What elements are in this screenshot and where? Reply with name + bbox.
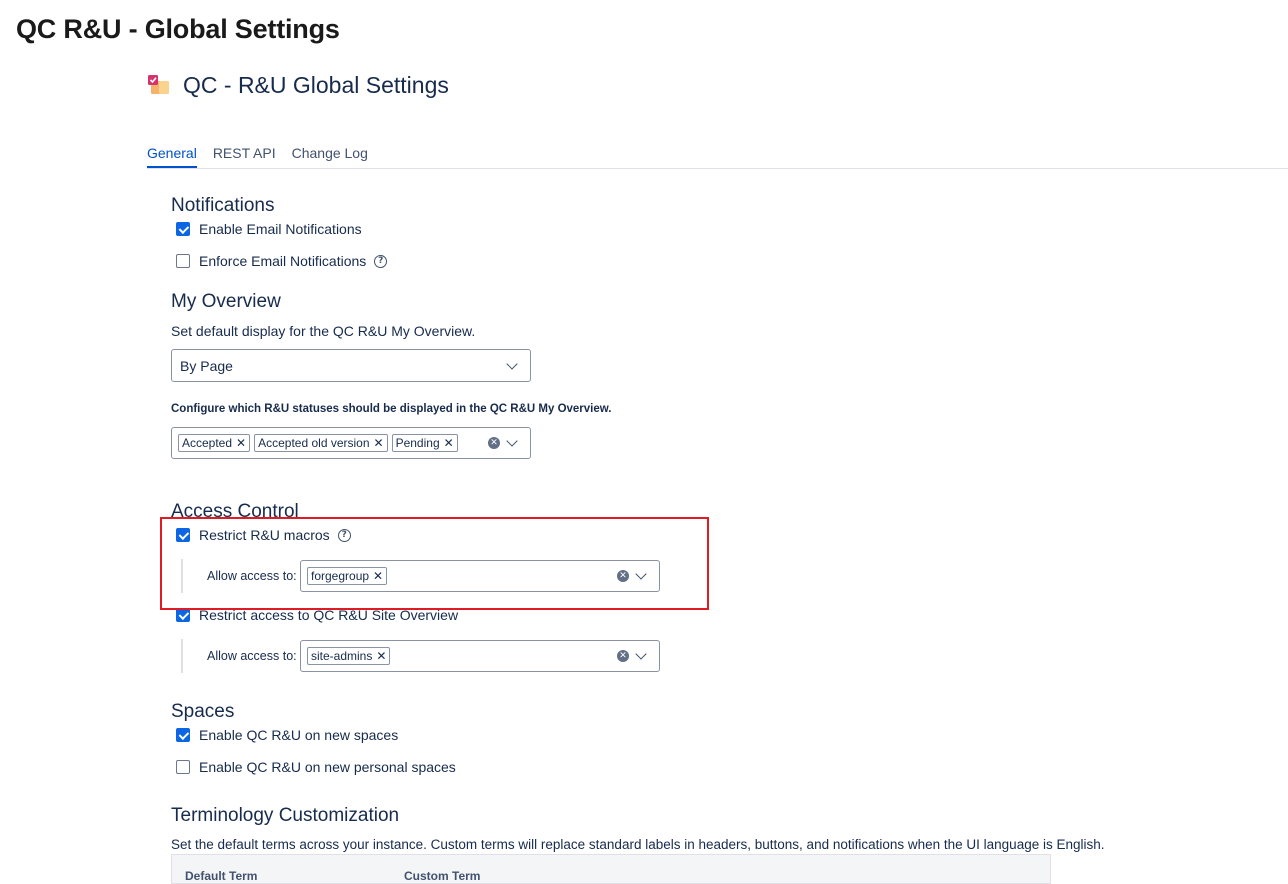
new-personal-spaces-row[interactable]: Enable QC R&U on new personal spaces — [176, 759, 456, 775]
site-overview-allow-access-row: Allow access to: site-admins ✕ ✕ — [181, 639, 660, 673]
new-personal-spaces-checkbox[interactable] — [176, 760, 190, 774]
macros-allow-access-row: Allow access to: forgegroup ✕ ✕ — [181, 559, 660, 593]
site-overview-groups-select[interactable]: site-admins ✕ ✕ — [300, 640, 660, 672]
statuses-label: Configure which R&U statuses should be d… — [171, 403, 612, 415]
group-tag: forgegroup ✕ — [307, 567, 388, 585]
statuses-multiselect[interactable]: Accepted ✕ Accepted old version ✕ Pendin… — [171, 427, 531, 459]
overview-display-value: By Page — [180, 357, 233, 374]
tab-rest-api[interactable]: REST API — [213, 140, 276, 168]
new-spaces-checkbox[interactable] — [176, 728, 190, 742]
help-icon[interactable]: ? — [337, 528, 351, 542]
enforce-email-notifications-checkbox[interactable] — [176, 254, 190, 268]
my-overview-heading: My Overview — [171, 291, 281, 312]
allow-access-label: Allow access to: — [207, 649, 297, 663]
tab-general[interactable]: General — [147, 140, 197, 168]
spaces-heading: Spaces — [171, 701, 235, 722]
new-spaces-label: Enable QC R&U on new spaces — [199, 727, 399, 743]
column-header-custom-term: Custom Term — [404, 869, 481, 883]
enforce-email-notifications-row[interactable]: Enforce Email Notifications ? — [176, 253, 388, 269]
remove-tag-icon[interactable]: ✕ — [236, 436, 246, 450]
allow-access-label: Allow access to: — [207, 569, 297, 583]
remove-tag-icon[interactable]: ✕ — [373, 569, 383, 583]
restrict-macros-label: Restrict R&U macros — [199, 527, 330, 543]
enable-email-notifications-label: Enable Email Notifications — [199, 221, 362, 237]
clear-icon[interactable]: ✕ — [488, 437, 500, 449]
access-control-heading: Access Control — [171, 501, 299, 522]
enable-email-notifications-row[interactable]: Enable Email Notifications — [176, 221, 362, 237]
qc-ru-app-icon — [147, 74, 171, 96]
remove-tag-icon[interactable]: ✕ — [376, 649, 386, 663]
column-header-default-term: Default Term — [185, 869, 258, 883]
terminology-description: Set the default terms across your instan… — [171, 837, 1105, 852]
help-icon[interactable]: ? — [374, 254, 388, 268]
enable-email-notifications-checkbox[interactable] — [176, 222, 190, 236]
enforce-email-notifications-label: Enforce Email Notifications — [199, 253, 367, 269]
page-title: QC R&U - Global Settings — [16, 14, 340, 44]
overview-display-select[interactable]: By Page — [171, 349, 531, 382]
app-header: QC - R&U Global Settings — [147, 68, 449, 102]
my-overview-description: Set default display for the QC R&U My Ov… — [171, 323, 476, 339]
new-personal-spaces-label: Enable QC R&U on new personal spaces — [199, 759, 456, 775]
restrict-site-overview-label: Restrict access to QC R&U Site Overview — [199, 607, 459, 623]
new-spaces-row[interactable]: Enable QC R&U on new spaces — [176, 727, 398, 743]
restrict-site-overview-row[interactable]: Restrict access to QC R&U Site Overview — [176, 607, 458, 623]
status-tag-pending: Pending ✕ — [391, 434, 458, 452]
macros-groups-select[interactable]: forgegroup ✕ ✕ — [300, 560, 660, 592]
notifications-heading: Notifications — [171, 195, 275, 216]
chevron-down-icon[interactable] — [635, 568, 647, 580]
chevron-down-icon[interactable] — [635, 648, 647, 660]
group-tag: site-admins ✕ — [307, 647, 391, 665]
status-tags: Accepted ✕ Accepted old version ✕ Pendin… — [172, 434, 458, 452]
restrict-macros-row[interactable]: Restrict R&U macros ? — [176, 527, 351, 543]
remove-tag-icon[interactable]: ✕ — [444, 436, 454, 450]
tab-change-log[interactable]: Change Log — [292, 140, 368, 168]
restrict-macros-checkbox[interactable] — [176, 528, 190, 542]
status-tag-accepted: Accepted ✕ — [178, 434, 251, 452]
terminology-heading: Terminology Customization — [171, 805, 400, 826]
settings-tabs: General REST API Change Log — [147, 140, 1288, 169]
remove-tag-icon[interactable]: ✕ — [374, 436, 384, 450]
terminology-table-header: Default Term Custom Term — [171, 854, 1051, 884]
status-tag-accepted-old-version: Accepted old version ✕ — [254, 434, 388, 452]
clear-icon[interactable]: ✕ — [617, 650, 629, 662]
chevron-down-icon[interactable] — [506, 435, 518, 447]
clear-icon[interactable]: ✕ — [617, 570, 629, 582]
restrict-site-overview-checkbox[interactable] — [176, 608, 190, 622]
chevron-down-icon[interactable] — [506, 357, 518, 370]
app-title: QC - R&U Global Settings — [183, 71, 449, 98]
